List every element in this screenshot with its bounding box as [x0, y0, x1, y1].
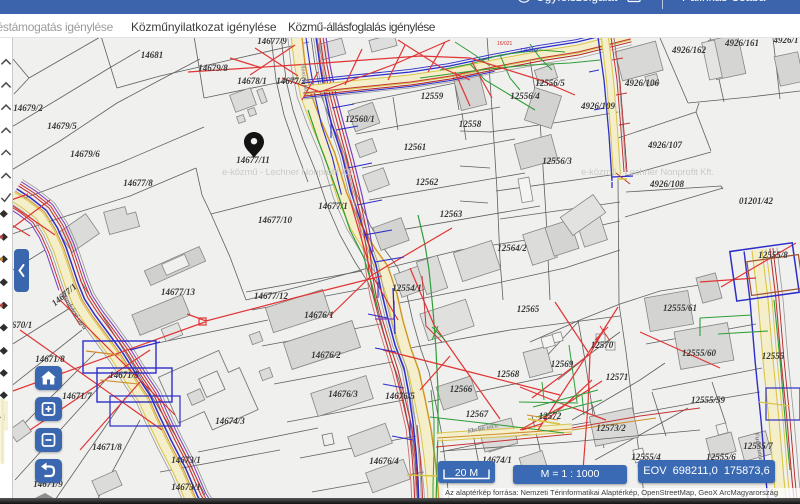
svg-text:12562: 12562 [416, 177, 439, 187]
svg-text:4926/106: 4926/106 [624, 78, 660, 88]
svg-text:12556/3: 12556/3 [542, 156, 572, 166]
svg-text:12570: 12570 [591, 340, 614, 350]
svg-text:14671/7: 14671/7 [62, 391, 92, 401]
svg-text:e-közmű - Lechner Nonprofit Kf: e-közmű - Lechner Nonprofit Kft. [581, 167, 714, 178]
svg-text:14676/3: 14676/3 [328, 389, 358, 399]
svg-text:12567: 12567 [466, 409, 489, 419]
svg-text:14674/3: 14674/3 [215, 416, 245, 426]
svg-text:4926/161: 4926/161 [724, 38, 759, 48]
svg-text:14673/1: 14673/1 [171, 455, 201, 465]
svg-text:12566: 12566 [450, 384, 473, 394]
svg-text:20 M: 20 M [455, 467, 478, 479]
svg-text:12569: 12569 [551, 359, 574, 369]
svg-text:16/021: 16/021 [497, 41, 513, 47]
svg-text:14677/13: 14677/13 [161, 287, 196, 297]
svg-text:e-közmű - Lechner Nonprofit Kf: e-közmű - Lechner Nonprofit Kft. [222, 167, 355, 178]
svg-text:12556/4: 12556/4 [510, 91, 540, 101]
svg-text:12556/5: 12556/5 [535, 78, 565, 88]
svg-text:14677/1: 14677/1 [318, 201, 348, 211]
svg-text:12568: 12568 [497, 369, 520, 379]
svg-text:14678/1: 14678/1 [237, 76, 267, 86]
svg-text:12555: 12555 [762, 351, 785, 361]
svg-text:4926/109: 4926/109 [580, 101, 616, 111]
svg-text:14679/2: 14679/2 [13, 103, 43, 113]
svg-text:14676/1: 14676/1 [304, 310, 334, 320]
svg-text:12571: 12571 [606, 372, 629, 382]
svg-text:14676/5: 14676/5 [385, 391, 415, 401]
svg-text:14679/5: 14679/5 [47, 121, 77, 131]
svg-text:4926/107: 4926/107 [647, 140, 683, 150]
svg-text:14677/8: 14677/8 [123, 178, 153, 188]
svg-text:14676/2: 14676/2 [311, 350, 341, 360]
svg-text:14681: 14681 [141, 50, 164, 60]
svg-text:12559: 12559 [421, 91, 444, 101]
svg-text:14671/5: 14671/5 [109, 370, 139, 380]
svg-text:12573/2: 12573/2 [596, 423, 626, 433]
svg-text:12554/1: 12554/1 [392, 283, 422, 293]
svg-text:12561/2: 12561/2 [520, 48, 538, 54]
svg-text:14673/1: 14673/1 [171, 482, 201, 492]
svg-text:01201/42: 01201/42 [739, 196, 774, 206]
svg-text:14671/8: 14671/8 [92, 442, 122, 452]
svg-text:12572: 12572 [539, 411, 562, 421]
svg-text:4926/162: 4926/162 [671, 45, 707, 55]
svg-text:14676/4: 14676/4 [369, 456, 399, 466]
svg-text:4926/108: 4926/108 [649, 179, 685, 189]
svg-text:14671/8: 14671/8 [35, 354, 65, 364]
svg-text:12555/60: 12555/60 [682, 348, 717, 358]
svg-text:12560/1: 12560/1 [345, 114, 375, 124]
svg-text:14677/12: 14677/12 [254, 291, 289, 301]
svg-text:12561: 12561 [404, 142, 427, 152]
svg-text:12564/2: 12564/2 [497, 243, 527, 253]
svg-text:670/1: 670/1 [12, 320, 33, 330]
svg-text:12555/8: 12555/8 [758, 250, 788, 260]
svg-text:12558: 12558 [459, 119, 482, 129]
svg-text:12563: 12563 [440, 209, 463, 219]
svg-text:12565: 12565 [517, 304, 540, 314]
svg-text:12555/59: 12555/59 [691, 395, 726, 405]
svg-text:14679/6: 14679/6 [70, 149, 100, 159]
svg-text:14679/8: 14679/8 [198, 63, 228, 73]
svg-text:14677/10: 14677/10 [258, 215, 293, 225]
svg-text:12555/61: 12555/61 [663, 303, 697, 313]
